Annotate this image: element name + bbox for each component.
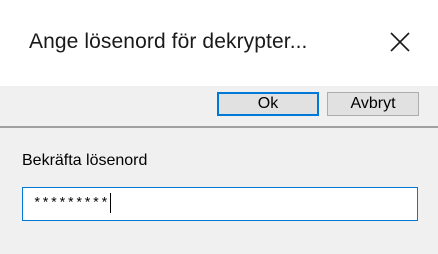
form-content: Bekräfta lösenord ********* [0,128,438,254]
password-input[interactable]: ********* [22,187,418,221]
password-dialog: Ange lösenord för dekrypter... Ok Avbryt… [0,0,438,254]
close-button[interactable] [382,24,418,60]
close-icon [390,32,410,52]
password-label: Bekräfta lösenord [22,152,148,169]
text-caret [109,193,111,214]
cancel-button[interactable]: Avbryt [327,92,419,116]
button-toolbar: Ok Avbryt [0,86,438,126]
password-value: ********* [33,196,109,212]
title-bar: Ange lösenord för dekrypter... [0,0,438,86]
ok-button[interactable]: Ok [217,92,319,116]
dialog-title: Ange lösenord för dekrypter... [29,30,308,53]
